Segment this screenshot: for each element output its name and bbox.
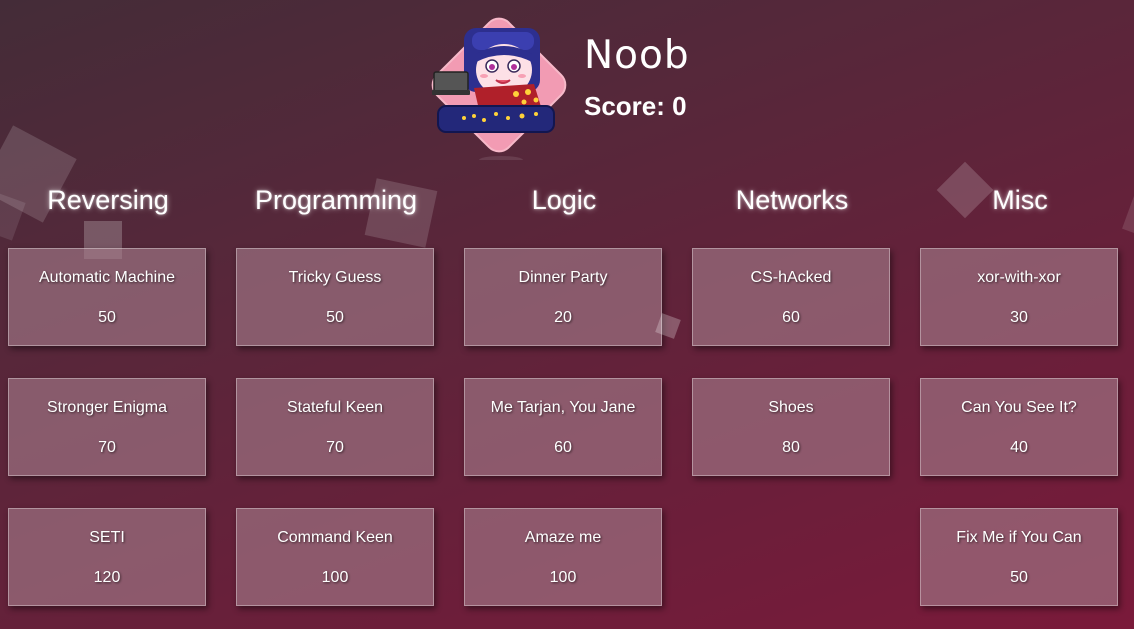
challenge-points: 50: [326, 309, 344, 326]
challenge-card[interactable]: Dinner Party 20: [464, 248, 662, 346]
category-title: Misc: [992, 185, 1048, 215]
challenge-card[interactable]: Stateful Keen 70: [236, 378, 434, 476]
challenge-name: Shoes: [768, 399, 814, 416]
challenge-card[interactable]: Stronger Enigma 70: [8, 378, 206, 476]
challenge-name: Stronger Enigma: [46, 399, 168, 416]
challenge-points: 100: [549, 569, 577, 586]
challenge-points: 60: [782, 309, 800, 326]
challenge-card[interactable]: CS-hAcked 60: [692, 248, 890, 346]
category-title: Reversing: [47, 185, 169, 215]
challenge-card[interactable]: xor-with-xor 30: [920, 248, 1118, 346]
challenge-name: Fix Me if You Can: [956, 529, 1082, 546]
challenge-points: 70: [98, 439, 116, 456]
challenge-points: 50: [98, 309, 116, 326]
challenge-points: 100: [321, 569, 349, 586]
challenge-name: Tricky Guess: [288, 269, 382, 286]
challenge-name: Amaze me: [524, 529, 602, 546]
challenge-card[interactable]: SETI 120: [8, 508, 206, 606]
challenge-points: 120: [93, 569, 121, 586]
challenge-name: Automatic Machine: [38, 269, 176, 286]
challenge-card[interactable]: Amaze me 100: [464, 508, 662, 606]
challenge-points: 30: [1010, 309, 1028, 326]
category-title: Logic: [531, 185, 597, 215]
category-title: Programming: [254, 185, 418, 215]
challenge-card[interactable]: Automatic Machine 50: [8, 248, 206, 346]
challenge-points: 50: [1010, 569, 1028, 586]
challenge-name: Dinner Party: [518, 269, 608, 286]
challenge-card[interactable]: Command Keen 100: [236, 508, 434, 606]
challenge-name: xor-with-xor: [977, 269, 1061, 286]
category-title: Networks: [735, 185, 849, 215]
challenge-points: 70: [326, 439, 344, 456]
challenge-name: SETI: [89, 529, 125, 546]
challenge-points: 40: [1010, 439, 1028, 456]
challenge-card[interactable]: Fix Me if You Can 50: [920, 508, 1118, 606]
challenge-card[interactable]: Can You See It? 40: [920, 378, 1118, 476]
challenge-name: CS-hAcked: [750, 269, 832, 286]
challenge-points: 80: [782, 439, 800, 456]
challenge-points: 60: [554, 439, 572, 456]
challenge-board: Reversing Automatic Machine 50 Stronger …: [0, 0, 1134, 629]
challenge-card[interactable]: Tricky Guess 50: [236, 248, 434, 346]
challenge-name: Me Tarjan, You Jane: [490, 399, 636, 416]
challenge-name: Can You See It?: [961, 399, 1077, 416]
challenge-card[interactable]: Me Tarjan, You Jane 60: [464, 378, 662, 476]
challenge-points: 20: [554, 309, 572, 326]
challenge-card[interactable]: Shoes 80: [692, 378, 890, 476]
challenge-name: Command Keen: [277, 529, 393, 546]
challenge-name: Stateful Keen: [286, 399, 384, 416]
